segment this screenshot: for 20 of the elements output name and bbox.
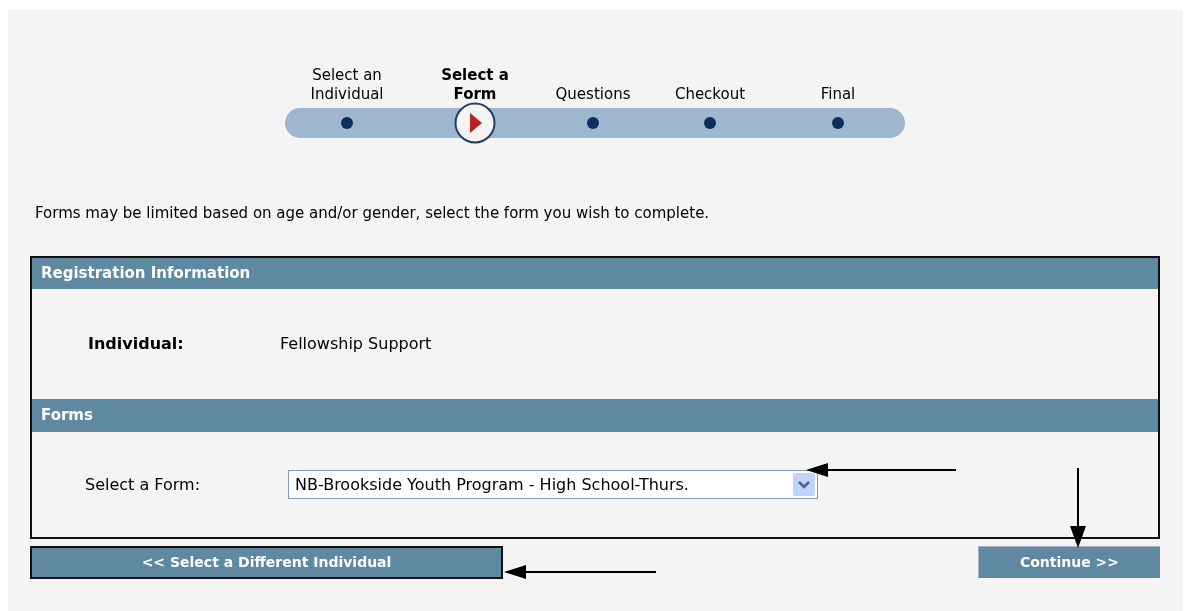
step-dot-icon	[587, 117, 599, 129]
form-dropdown[interactable]: NB-Brookside Youth Program - High School-Thurs.	[288, 470, 818, 499]
field-label: Individual:	[88, 333, 185, 355]
field-value: Fellowship Support	[280, 333, 432, 355]
step-dot-icon	[341, 117, 353, 129]
step-label: Checkout	[673, 84, 747, 104]
current-step-icon	[454, 102, 496, 144]
back-button[interactable]: << Select a Different Individual	[30, 546, 503, 579]
section-header: Forms	[32, 399, 1158, 432]
dropdown-icon	[793, 473, 815, 496]
field-label: Select a Form:	[85, 473, 202, 496]
step-label: Questions	[554, 84, 632, 104]
step-dot-icon	[704, 117, 716, 129]
step-dot-icon	[832, 117, 844, 129]
step-label: Final	[819, 84, 857, 104]
step-label: Select an Individual	[309, 65, 385, 104]
continue-button[interactable]: Continue >>	[978, 546, 1160, 578]
instruction-text: Forms may be limited based on age and/or gender, select the form you wish to complete.	[35, 203, 710, 224]
section-header: Registration Information	[32, 258, 1158, 289]
step-label: Select a Form	[440, 65, 510, 104]
